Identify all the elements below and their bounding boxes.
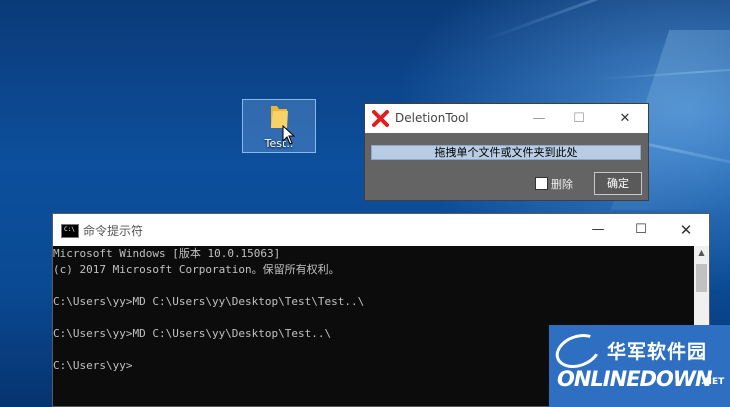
- minimize-button[interactable]: —: [583, 214, 613, 246]
- console-line: C:\Users\yy>MD C:\Users\yy\Desktop\Test\…: [53, 295, 365, 308]
- maximize-button[interactable]: ☐: [626, 214, 656, 246]
- scrollbar-thumb[interactable]: [696, 264, 707, 292]
- cmd-titlebar[interactable]: C:\ 命令提示符 — ☐ ✕: [53, 214, 709, 246]
- scroll-up-arrow-icon[interactable]: ▲: [694, 248, 709, 257]
- watermark-chinese-text: 华军软件园: [607, 341, 708, 363]
- delete-checkbox[interactable]: [535, 177, 548, 190]
- close-button[interactable]: ✕: [671, 214, 701, 246]
- desktop-folder-label: Test..: [264, 137, 294, 150]
- confirm-button[interactable]: 确定: [594, 172, 642, 195]
- deletion-tool-title: DeletionTool: [395, 111, 469, 125]
- mouse-pointer-icon: [282, 125, 296, 145]
- console-icon: C:\: [61, 224, 79, 238]
- watermark-suffix: .NET: [701, 377, 725, 387]
- deletion-tool-titlebar[interactable]: DeletionTool — ☐ ✕: [365, 104, 648, 133]
- drop-zone[interactable]: 拖拽单个文件或文件夹到此处: [371, 145, 641, 160]
- console-icon-text: C:\: [64, 226, 75, 233]
- watermark-english-text: ONLINEDOWN: [557, 367, 713, 391]
- red-x-app-icon: [372, 110, 389, 127]
- minimize-button[interactable]: —: [523, 104, 555, 133]
- console-line: (c) 2017 Microsoft Corporation。保留所有权利。: [53, 263, 340, 276]
- delete-checkbox-label[interactable]: 删除: [551, 176, 573, 192]
- desktop-folder-test[interactable]: Test..: [242, 99, 316, 153]
- cmd-title: 命令提示符: [83, 224, 144, 238]
- deletion-tool-window: DeletionTool — ☐ ✕ 拖拽单个文件或文件夹到此处 删除 确定: [364, 103, 649, 201]
- onlinedown-watermark-logo: 华军软件园 ONLINEDOWN .NET: [549, 325, 730, 407]
- close-button[interactable]: ✕: [609, 104, 641, 133]
- maximize-button[interactable]: ☐: [563, 104, 595, 133]
- console-line: Microsoft Windows [版本 10.0.15063]: [53, 247, 281, 260]
